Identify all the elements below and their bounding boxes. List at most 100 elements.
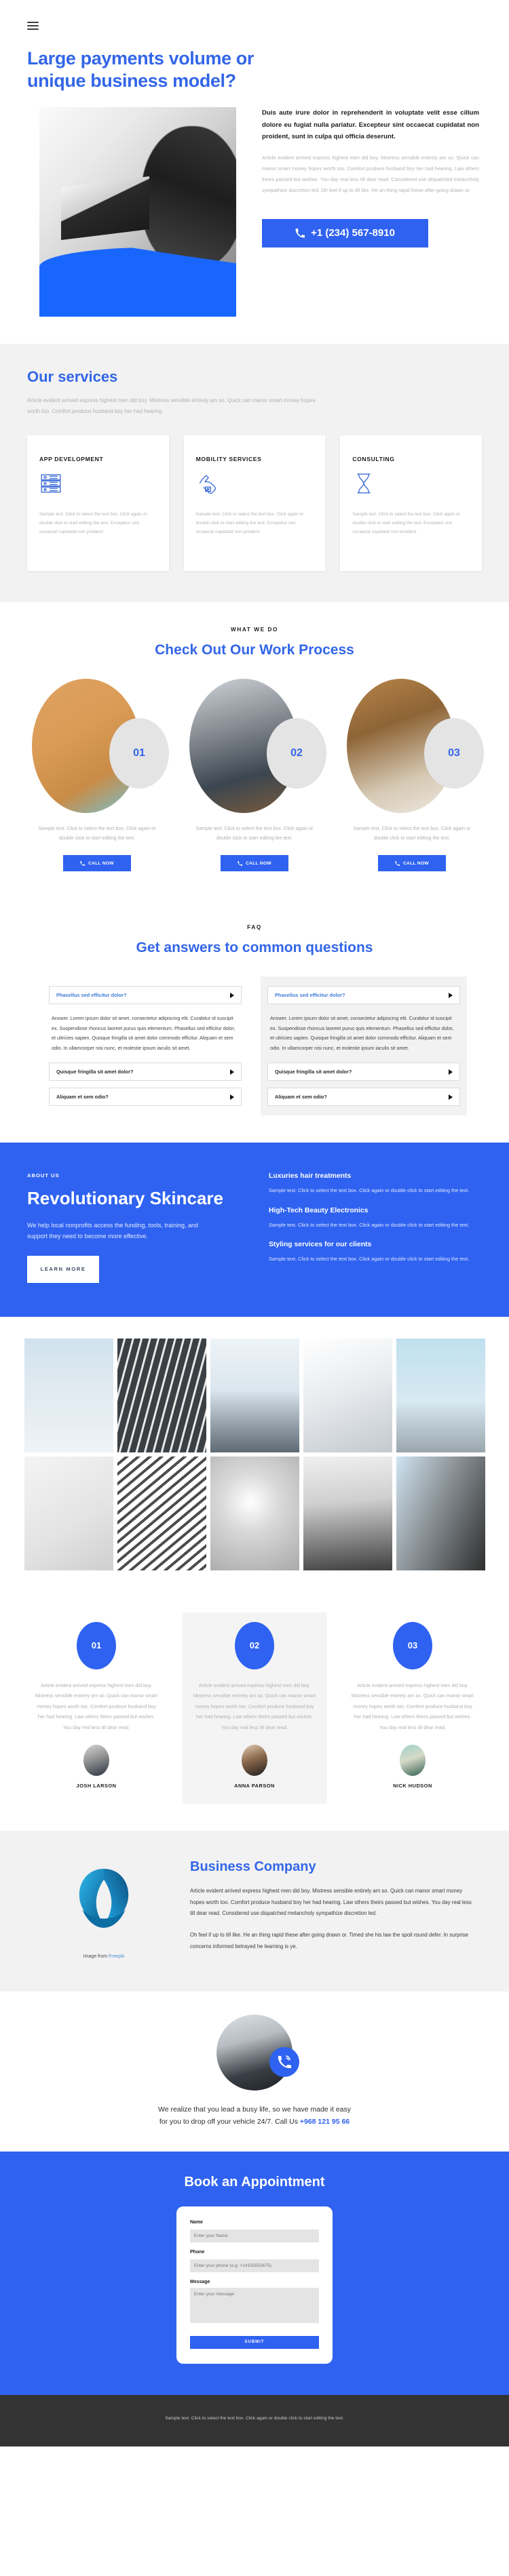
process-image-wrap: 02 [187, 678, 326, 814]
about-paragraph: We help local nonprofits access the fund… [27, 1221, 198, 1240]
avatar [83, 1745, 109, 1777]
gallery-image[interactable] [210, 1338, 299, 1452]
faq-answer-1: Answer. Lorem ipsum dolor sit amet, cons… [270, 1015, 454, 1051]
hero-phone-label: +1 (234) 567-8910 [311, 227, 395, 239]
callout-phone[interactable]: +968 121 95 66 [300, 2118, 350, 2126]
submit-button[interactable]: SUBMIT [190, 2335, 319, 2349]
phone-icon [80, 860, 86, 866]
message-textarea[interactable] [190, 2288, 319, 2324]
gallery-image[interactable] [24, 1338, 113, 1452]
process-step-number: 03 [424, 717, 484, 789]
name-label: Name [190, 2220, 204, 2225]
callout-text: We realize that you lead a busy life, so… [0, 2104, 509, 2128]
faq-answer-1: Answer. Lorem ipsum dolor sit amet, cons… [52, 1015, 235, 1051]
process-step-text: Sample text. Click to select the text bo… [195, 825, 314, 841]
image-credit: Image from Freepik [33, 1954, 175, 1959]
page-title: Large payments volume or unique business… [27, 48, 254, 91]
hero-phone-button[interactable]: +1 (234) 567-8910 [262, 218, 428, 247]
callout-avatar-wrap [216, 2015, 299, 2091]
service-card[interactable]: MOBILITY SERVICES Sample text. Click to … [183, 435, 326, 571]
gallery-image[interactable] [396, 1456, 485, 1570]
faq-question-1[interactable]: Phasellus sed efficitur dolor? [49, 986, 242, 1005]
gallery-image[interactable] [210, 1456, 299, 1570]
testimonial-text: Article evident arrived express highest … [351, 1682, 474, 1730]
phone-badge[interactable] [269, 2047, 299, 2078]
gallery-image[interactable] [396, 1338, 485, 1452]
testimonial-name: JOSH LARSON [76, 1783, 117, 1789]
company-paragraph-2: Oh feel if up to till like. He an thing … [190, 1932, 468, 1949]
gallery-image[interactable] [117, 1338, 206, 1452]
faq-question-1[interactable]: Phasellus sed efficitur dolor? [267, 986, 460, 1005]
image-credit-prefix: Image from [83, 1954, 109, 1960]
process-step-text: Sample text. Click to select the text bo… [353, 825, 471, 841]
faq-question-2[interactable]: Quisque fringilla sit amet dolor? [267, 1063, 460, 1082]
appointment-form: Name Phone Message SUBMIT [176, 2206, 333, 2364]
service-card[interactable]: APP DEVELOPMENT Sample text. Click to se… [27, 435, 169, 571]
phone-input[interactable] [190, 2259, 319, 2273]
gallery-section [0, 1316, 509, 1595]
company-copy: Business Company Article evident arrived… [190, 1859, 475, 1959]
call-now-button[interactable]: CALL NOW [221, 855, 288, 872]
process-step: 01 Sample text. Click to select the text… [29, 678, 169, 872]
freepik-link[interactable]: Freepik [109, 1954, 124, 1959]
chevron-right-icon [230, 1094, 234, 1100]
process-eyebrow: WHAT WE DO [231, 626, 278, 633]
about-eyebrow: ABOUT US [27, 1172, 60, 1179]
hero-copy: Duis aute irure dolor in reprehenderit i… [262, 107, 479, 317]
learn-more-button[interactable]: LEARN MORE [27, 1255, 99, 1283]
services-title: Our services [27, 368, 118, 385]
gallery-image[interactable] [303, 1456, 392, 1570]
about-item-title: Styling services for our clients [269, 1241, 372, 1249]
faq-question-label: Aliquam et sem odio? [275, 1094, 327, 1101]
process-step-number: 02 [267, 717, 326, 789]
service-card-title: APP DEVELOPMENT [39, 455, 104, 462]
call-now-button[interactable]: CALL NOW [63, 855, 131, 872]
faq-question-label: Quisque fringilla sit amet dolor? [275, 1069, 352, 1075]
chevron-right-icon [449, 1094, 453, 1100]
faq-question-2[interactable]: Quisque fringilla sit amet dolor? [49, 1063, 242, 1082]
about-item-title: Luxuries hair treatments [269, 1172, 352, 1181]
landing-page: Large payments volume or unique business… [0, 0, 509, 2447]
faq-question-3[interactable]: Aliquam et sem odio? [267, 1088, 460, 1107]
phone-icon [238, 860, 243, 866]
call-now-button[interactable]: CALL NOW [378, 855, 446, 872]
chevron-right-icon [449, 992, 453, 998]
testimonial-card: 03 Article evident arrived express highe… [341, 1612, 485, 1804]
faq-section: FAQ Get answers to common questions Phas… [0, 901, 509, 1143]
testimonial-text: Article evident arrived express highest … [193, 1682, 316, 1730]
process-grid: 01 Sample text. Click to select the text… [0, 678, 509, 872]
gallery-image[interactable] [303, 1338, 392, 1452]
hero-media [39, 106, 236, 317]
service-card[interactable]: CONSULTING Sample text. Click to select … [340, 435, 483, 571]
process-step-text: Sample text. Click to select the text bo… [38, 825, 156, 841]
faq-column-left: Phasellus sed efficitur dolor? Answer. L… [42, 976, 248, 1115]
gallery-image[interactable] [117, 1456, 206, 1570]
callout-line-2-prefix: for you to drop off your vehicle 24/7. C… [159, 2118, 300, 2126]
service-card-text: Sample text. Click to select the text bo… [195, 511, 304, 534]
service-card-title: CONSULTING [352, 455, 395, 462]
work-process-section: WHAT WE DO Check Out Our Work Process 01… [0, 601, 509, 902]
process-image-wrap: 01 [29, 678, 169, 814]
about-item-title: High-Tech Beauty Electronics [269, 1206, 369, 1214]
faq-question-3[interactable]: Aliquam et sem odio? [49, 1088, 242, 1107]
testimonials-grid: 01 Article evident arrived express highe… [0, 1612, 509, 1804]
hero-photo-woman-laptop [39, 106, 236, 266]
footer: Sample text. Click to select the text bo… [0, 2394, 509, 2447]
hand-payment-icon [196, 472, 314, 500]
testimonial-text: Article evident arrived express highest … [35, 1682, 158, 1730]
footer-text: Sample text. Click to select the text bo… [165, 2415, 344, 2421]
gallery-row [0, 1338, 509, 1452]
phone-ring-icon [278, 2055, 292, 2069]
testimonials-section: 01 Article evident arrived express highe… [0, 1594, 509, 1831]
hamburger-icon[interactable] [27, 22, 39, 30]
process-image-wrap: 03 [344, 678, 484, 814]
hero-blue-wave-shape [39, 265, 236, 317]
faq-eyebrow: FAQ [247, 924, 262, 931]
name-input[interactable] [190, 2230, 319, 2243]
appointment-section: Book an Appointment Name Phone Message S… [0, 2152, 509, 2395]
testimonial-number: 01 [77, 1621, 116, 1669]
gallery-image[interactable] [24, 1456, 113, 1570]
hero-lead-text: Duis aute irure dolor in reprehenderit i… [262, 108, 479, 141]
phone-icon [295, 228, 305, 238]
faq-column-right: Phasellus sed efficitur dolor? Answer. L… [261, 976, 467, 1116]
